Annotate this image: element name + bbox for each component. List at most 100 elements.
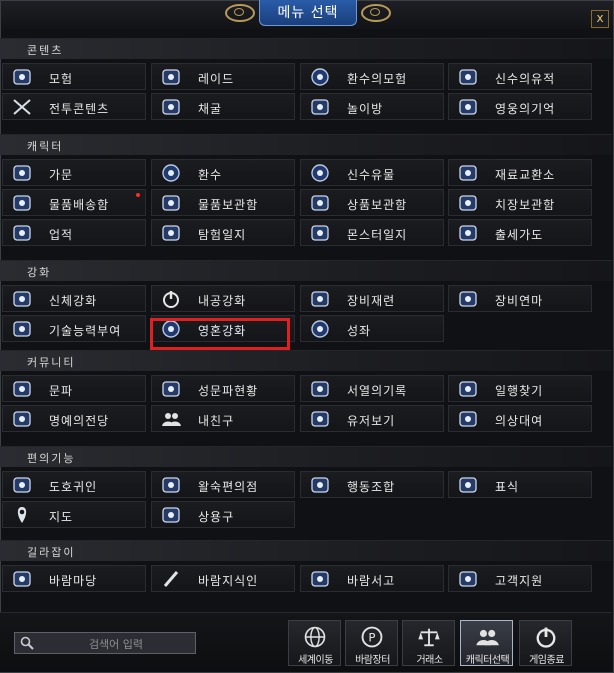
- section-header: 편의기능: [0, 446, 612, 467]
- menu-item-support[interactable]: 고객지원: [448, 565, 592, 592]
- menu-item-library[interactable]: 바람서고: [300, 565, 444, 592]
- menu-item-castle-guild[interactable]: 성문파현황: [151, 375, 295, 402]
- menu-item-marker[interactable]: 표식: [448, 471, 592, 498]
- menu-item-ranking[interactable]: 서열의기록: [300, 375, 444, 402]
- menu-item-label: 표식: [495, 480, 520, 494]
- menu-item-relic[interactable]: 신수유물: [300, 159, 444, 186]
- selection-highlight: [150, 318, 290, 350]
- menu-item-action-combo[interactable]: 행동조합: [300, 471, 444, 498]
- close-button[interactable]: x: [591, 10, 609, 28]
- divine-ruins-icon: [457, 67, 479, 87]
- menu-item-label: 신수유물: [347, 168, 396, 182]
- search-box[interactable]: [14, 632, 196, 654]
- menu-item-guild[interactable]: 문파: [2, 375, 146, 402]
- storage-chest-icon: [160, 193, 182, 213]
- menu-item-label: 신체강화: [49, 294, 98, 308]
- menu-item-divine-ruins[interactable]: 신수의유적: [448, 63, 592, 90]
- menu-item-label: 바람마당: [49, 574, 98, 588]
- menu-item-spirit-beast[interactable]: 환수: [151, 159, 295, 186]
- menu-item-exploration[interactable]: 탐험일지: [151, 219, 295, 246]
- menu-item-adventure[interactable]: 모험: [2, 63, 146, 90]
- menu-item-label: 고객지원: [495, 574, 544, 588]
- spirit-adventure-icon: [309, 67, 331, 87]
- section-header: 콘텐츠: [0, 38, 612, 59]
- exploration-icon: [160, 223, 182, 243]
- menu-item-exchange[interactable]: 재료교환소: [448, 159, 592, 186]
- menu-item-playroom[interactable]: 놀이방: [300, 93, 444, 120]
- achievement-icon: [11, 223, 33, 243]
- convenience-store-icon: [160, 475, 182, 495]
- section-title: 강화: [27, 266, 52, 279]
- menu-item-baram-plaza[interactable]: 바람마당: [2, 565, 146, 592]
- quick-button-market-coin[interactable]: P 바람장터: [345, 620, 398, 666]
- cloud-ornament-left-icon: [224, 4, 255, 22]
- menu-item-costume-storage[interactable]: 치장보관함: [448, 189, 592, 216]
- menu-item-raid[interactable]: 레이드: [151, 63, 295, 90]
- notification-dot: [136, 193, 140, 197]
- menu-item-label: 영웅의기억: [495, 102, 556, 116]
- section-title: 콘텐츠: [27, 44, 64, 57]
- menu-item-spirit-adventure[interactable]: 환수의모험: [300, 63, 444, 90]
- menu-item-delivery[interactable]: 물품배송함: [2, 189, 146, 216]
- costume-rental-icon: [457, 409, 479, 429]
- skill-enchant-icon: [11, 319, 33, 339]
- menu-item-label: 왈숙편의점: [198, 480, 259, 494]
- menu-item-party-search[interactable]: 일행찾기: [448, 375, 592, 402]
- party-search-icon: [457, 379, 479, 399]
- product-storage-icon: [309, 193, 331, 213]
- delivery-icon: [11, 193, 33, 213]
- quick-button-label: 세계이동: [298, 655, 333, 666]
- character-select-icon: [474, 624, 500, 650]
- phrase-icon: [160, 505, 182, 525]
- menu-item-map-pin[interactable]: 지도: [2, 501, 146, 528]
- menu-item-book[interactable]: 영웅의기억: [448, 93, 592, 120]
- quick-button-label: 캐릭터선택: [465, 655, 510, 666]
- menu-item-label: 물품배송함: [49, 198, 110, 212]
- menu-item-pen[interactable]: 바람지식인: [151, 565, 295, 592]
- menu-item-label: 치장보관함: [495, 198, 556, 212]
- menu-item-label: 성좌: [347, 324, 372, 338]
- quick-button-scales[interactable]: 거래소: [402, 620, 455, 666]
- quick-button-power[interactable]: 게임종료: [519, 620, 572, 666]
- menu-item-friends[interactable]: 내친구: [151, 405, 295, 432]
- menu-item-skill-enchant[interactable]: 기술능력부여: [2, 315, 146, 342]
- menu-item-mining[interactable]: 채굴: [151, 93, 295, 120]
- quick-button-character-select[interactable]: 캐릭터선택: [460, 620, 513, 666]
- menu-item-user-search[interactable]: 유저보기: [300, 405, 444, 432]
- menu-item-monster[interactable]: 몬스터일지: [300, 219, 444, 246]
- menu-item-hall-of-fame[interactable]: 명예의전당: [2, 405, 146, 432]
- menu-item-convenience-store[interactable]: 왈숙편의점: [151, 471, 295, 498]
- book-icon: [457, 97, 479, 117]
- menu-item-label: 탐험일지: [198, 228, 247, 242]
- menu-item-label: 채굴: [198, 102, 223, 116]
- menu-item-equipment-polish[interactable]: 장비연마: [448, 285, 592, 312]
- menu-item-costume-rental[interactable]: 의상대여: [448, 405, 592, 432]
- menu-item-body-enhance[interactable]: 신체강화: [2, 285, 146, 312]
- menu-item-family[interactable]: 가문: [2, 159, 146, 186]
- search-icon: [20, 636, 34, 650]
- section-header: 길라잡이: [0, 540, 612, 561]
- menu-item-label: 유저보기: [347, 414, 396, 428]
- playroom-icon: [309, 97, 331, 117]
- menu-item-guide-npc[interactable]: 도호귀인: [2, 471, 146, 498]
- menu-item-equipment-refine[interactable]: 장비재련: [300, 285, 444, 312]
- menu-item-phrase[interactable]: 상용구: [151, 501, 295, 528]
- title-bar: 메뉴 선택 x: [1, 0, 613, 29]
- menu-item-label: 업적: [49, 228, 74, 242]
- market-coin-icon: P: [359, 624, 385, 650]
- menu-item-constellation[interactable]: 성좌: [300, 315, 444, 342]
- menu-item-crossed-swords[interactable]: 전투콘텐츠: [2, 93, 146, 120]
- menu-item-achievement[interactable]: 업적: [2, 219, 146, 246]
- career-icon: [457, 223, 479, 243]
- window-title: 메뉴 선택: [258, 0, 358, 26]
- menu-item-inner-power[interactable]: 내공강화: [151, 285, 295, 312]
- section-header: 커뮤니티: [0, 350, 612, 371]
- quick-button-globe[interactable]: 세계이동: [288, 620, 341, 666]
- menu-item-label: 모험: [49, 72, 74, 86]
- menu-item-storage-chest[interactable]: 물품보관함: [151, 189, 295, 216]
- menu-item-label: 가문: [49, 168, 74, 182]
- menu-item-career[interactable]: 출세가도: [448, 219, 592, 246]
- search-input[interactable]: [39, 634, 193, 654]
- menu-item-product-storage[interactable]: 상품보관함: [300, 189, 444, 216]
- constellation-icon: [309, 319, 331, 339]
